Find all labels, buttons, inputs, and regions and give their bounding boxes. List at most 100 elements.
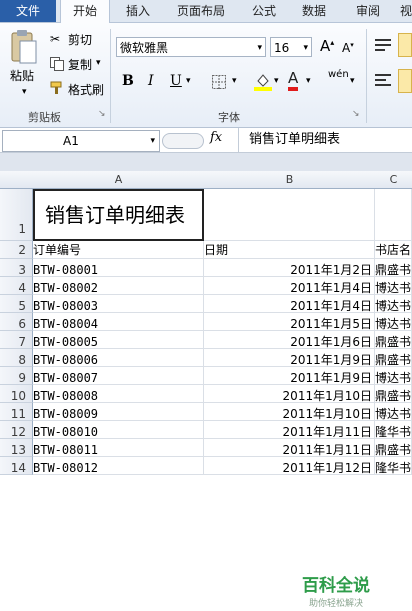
font-color-button[interactable]: A	[288, 69, 299, 91]
cell-store[interactable]: 隆华书店	[375, 457, 412, 475]
cell-date[interactable]: 2011年1月10日	[204, 403, 375, 421]
copy-button[interactable]: 复制	[68, 56, 92, 73]
cell-store[interactable]: 博达书店	[375, 295, 412, 313]
row-header[interactable]: 5	[0, 295, 33, 313]
tab-data[interactable]: 数据	[294, 0, 334, 22]
cell-date[interactable]: 2011年1月9日	[204, 367, 375, 385]
tab-home[interactable]: 开始	[60, 0, 110, 24]
grow-font-button[interactable]: A▴	[320, 37, 334, 55]
row-header[interactable]: 13	[0, 439, 33, 457]
formula-input[interactable]: 销售订单明细表	[238, 128, 412, 152]
row-header[interactable]: 7	[0, 331, 33, 349]
cell-date[interactable]: 2011年1月10日	[204, 385, 375, 403]
cell-store[interactable]: 隆华书店	[375, 421, 412, 439]
underline-button[interactable]: U	[170, 73, 182, 89]
row-header[interactable]: 3	[0, 259, 33, 277]
font-size-combo[interactable]: 16 ▾	[270, 37, 312, 57]
phonetic-dropdown-icon[interactable]: ▾	[350, 76, 355, 86]
cell-store[interactable]: 博达书店	[375, 277, 412, 295]
name-box[interactable]: A1 ▾	[2, 130, 160, 152]
fill-color-icon[interactable]	[254, 71, 272, 91]
formula-bar-splitter[interactable]	[162, 133, 204, 149]
cell-store[interactable]: 鼎盛书店	[375, 259, 412, 277]
paste-icon[interactable]	[8, 29, 38, 67]
tab-formulas[interactable]: 公式	[244, 0, 284, 22]
header-cell-store[interactable]: 书店名称	[375, 241, 412, 259]
cell-order-id[interactable]: BTW-08005	[33, 331, 204, 349]
clipboard-launcher-icon[interactable]: ↘	[98, 109, 106, 119]
tab-review[interactable]: 审阅	[348, 0, 388, 22]
cell-order-id[interactable]: BTW-08012	[33, 457, 204, 475]
insert-function-icon[interactable]: fx	[210, 130, 222, 145]
font-name-combo[interactable]: 微软雅黑 ▾	[116, 37, 266, 57]
align-top-icon[interactable]	[374, 37, 392, 53]
cell-store[interactable]: 鼎盛书店	[375, 331, 412, 349]
border-icon[interactable]	[212, 75, 226, 89]
shrink-font-button[interactable]: A▾	[342, 41, 354, 55]
italic-button[interactable]: I	[148, 73, 154, 89]
row-header[interactable]: 1	[0, 189, 33, 241]
cell-order-id[interactable]: BTW-08009	[33, 403, 204, 421]
sheet-title-cell[interactable]: 销售订单明细表	[33, 189, 204, 241]
paste-dropdown-icon[interactable]: ▾	[22, 87, 27, 97]
row-header[interactable]: 12	[0, 421, 33, 439]
cell-order-id[interactable]: BTW-08002	[33, 277, 204, 295]
row-header[interactable]: 2	[0, 241, 33, 259]
paste-label[interactable]: 粘贴	[10, 67, 34, 84]
align-center-icon[interactable]	[398, 69, 412, 93]
row-header[interactable]: 11	[0, 403, 33, 421]
cell-date[interactable]: 2011年1月11日	[204, 421, 375, 439]
tab-view[interactable]: 视	[396, 0, 412, 22]
select-all-corner[interactable]	[0, 171, 34, 189]
cut-button[interactable]: 剪切	[68, 31, 92, 48]
format-painter-button[interactable]: 格式刷	[68, 81, 104, 98]
cell-store[interactable]: 博达书店	[375, 403, 412, 421]
column-header-b[interactable]: B	[204, 171, 376, 189]
row-header[interactable]: 14	[0, 457, 33, 475]
fill-color-dropdown-icon[interactable]: ▾	[274, 76, 279, 86]
worksheet-grid[interactable]: A B C 1 销售订单明细表 2 订单编号 日期 书店名称 3BTW-0800…	[0, 171, 412, 609]
cell-date[interactable]: 2011年1月12日	[204, 457, 375, 475]
cell-date[interactable]: 2011年1月5日	[204, 313, 375, 331]
cell-date[interactable]: 2011年1月11日	[204, 439, 375, 457]
cell-order-id[interactable]: BTW-08007	[33, 367, 204, 385]
bold-button[interactable]: B	[122, 73, 134, 89]
row-header[interactable]: 9	[0, 367, 33, 385]
tab-insert[interactable]: 插入	[118, 0, 158, 22]
row-header[interactable]: 4	[0, 277, 33, 295]
tab-page-layout[interactable]: 页面布局	[168, 0, 234, 22]
cell[interactable]	[375, 189, 412, 241]
row-header[interactable]: 10	[0, 385, 33, 403]
cell-date[interactable]: 2011年1月6日	[204, 331, 375, 349]
cell-store[interactable]: 博达书店	[375, 367, 412, 385]
cell-store[interactable]: 鼎盛书店	[375, 439, 412, 457]
header-cell-order-id[interactable]: 订单编号	[33, 241, 204, 259]
align-left-icon[interactable]	[374, 73, 392, 89]
cell-order-id[interactable]: BTW-08001	[33, 259, 204, 277]
cell[interactable]	[204, 189, 375, 241]
cell-store[interactable]: 博达书店	[375, 313, 412, 331]
cell-date[interactable]: 2011年1月9日	[204, 349, 375, 367]
phonetic-guide-button[interactable]: wén	[328, 69, 349, 80]
cell-order-id[interactable]: BTW-08003	[33, 295, 204, 313]
align-middle-icon[interactable]	[398, 33, 412, 57]
border-dropdown-icon[interactable]: ▾	[232, 76, 237, 86]
column-header-c[interactable]: C	[375, 171, 412, 189]
cell-order-id[interactable]: BTW-08011	[33, 439, 204, 457]
copy-dropdown-icon[interactable]: ▾	[96, 58, 101, 68]
cell-order-id[interactable]: BTW-08008	[33, 385, 204, 403]
cell-date[interactable]: 2011年1月4日	[204, 295, 375, 313]
cell-order-id[interactable]: BTW-08006	[33, 349, 204, 367]
underline-dropdown-icon[interactable]: ▾	[186, 76, 191, 86]
font-launcher-icon[interactable]: ↘	[352, 109, 360, 119]
cell-order-id[interactable]: BTW-08010	[33, 421, 204, 439]
column-header-a[interactable]: A	[33, 171, 205, 189]
row-header[interactable]: 6	[0, 313, 33, 331]
cell-order-id[interactable]: BTW-08004	[33, 313, 204, 331]
cell-date[interactable]: 2011年1月2日	[204, 259, 375, 277]
tab-file[interactable]: 文件	[0, 0, 56, 22]
row-header[interactable]: 8	[0, 349, 33, 367]
cell-store[interactable]: 鼎盛书店	[375, 349, 412, 367]
font-color-dropdown-icon[interactable]: ▾	[306, 76, 311, 86]
header-cell-date[interactable]: 日期	[204, 241, 375, 259]
